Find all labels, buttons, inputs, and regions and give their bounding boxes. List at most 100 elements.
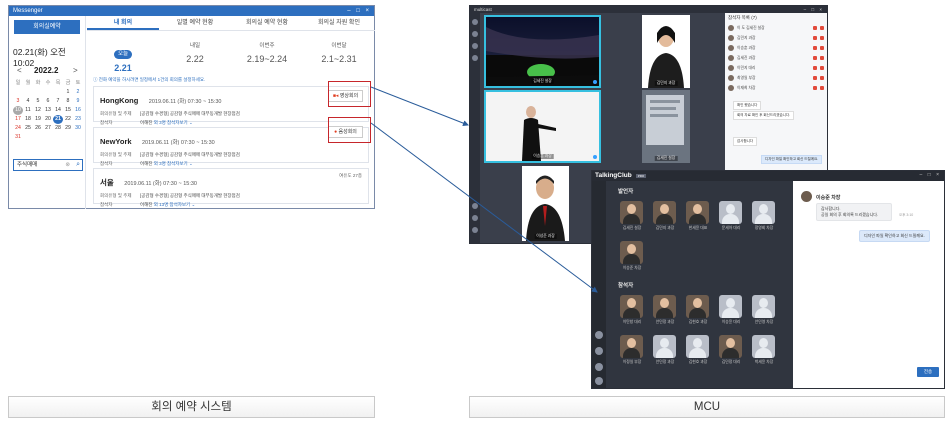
clear-icon[interactable]: ⊗ (65, 160, 70, 170)
calendar-day[interactable]: 13 (43, 106, 53, 115)
calendar-day[interactable]: 14 (53, 106, 63, 115)
calendar-day[interactable]: 22 (63, 115, 73, 124)
calendar-day[interactable]: 2 (73, 88, 83, 97)
calendar-day[interactable]: 28 (53, 124, 63, 133)
participant-avatar[interactable] (620, 201, 643, 224)
participant-avatar[interactable] (719, 335, 742, 358)
calendar-day[interactable]: 21 (53, 115, 63, 124)
calendar-day[interactable]: 29 (63, 124, 73, 133)
tab-room-resources[interactable]: 회의실 자원 확인 (303, 16, 375, 30)
video-tile[interactable]: 김세진 설장 (642, 90, 690, 163)
calendar-day[interactable]: 19 (33, 115, 43, 124)
participant-avatar[interactable] (752, 201, 775, 224)
calendar-day[interactable]: 3 (13, 97, 23, 106)
tab-room-status[interactable]: 회의실 예약 현황 (231, 16, 303, 30)
calendar-next-icon[interactable]: > (73, 66, 78, 75)
calendar-day[interactable]: 1 (63, 88, 73, 97)
send-button[interactable]: 전송 (917, 367, 939, 377)
participant-avatar[interactable] (620, 295, 643, 318)
participant-avatar[interactable] (620, 241, 643, 264)
tab-my-meetings[interactable]: 내 회의 (87, 16, 159, 30)
calendar-day[interactable]: 15 (63, 106, 73, 115)
calendar-weekday: 화 (35, 80, 41, 86)
participant-avatar[interactable] (719, 295, 742, 318)
calendar-day[interactable]: 20 (43, 115, 53, 124)
share-icon[interactable] (472, 55, 478, 61)
participant-avatar[interactable] (719, 201, 742, 224)
window-controls[interactable]: – □ × (920, 172, 942, 178)
window-controls[interactable]: – □ × (804, 6, 824, 13)
calendar-day[interactable]: 26 (33, 124, 43, 133)
period-this-month[interactable]: 이번달 2.1~2.31 (303, 42, 375, 73)
video-tile[interactable]: 이승훈 과장 (484, 90, 601, 163)
meeting-card[interactable]: 서울 2019.06.11 (화) 07:30 ~ 15:30 여유도 27층 … (93, 168, 369, 207)
attendee-more-link[interactable]: 참석자보기 ⌄ (170, 202, 196, 207)
calendar-day[interactable]: 17 (13, 115, 23, 124)
user-icon[interactable] (595, 363, 603, 371)
calendar-day[interactable]: 18 (23, 115, 33, 124)
calendar-day[interactable]: 9 (73, 97, 83, 106)
video-tile[interactable]: 김민지 과장 (642, 15, 690, 88)
reserve-room-button[interactable]: 회의실예약 (14, 20, 80, 34)
calendar-day[interactable]: 27 (43, 124, 53, 133)
participant-item[interactable]: 이재희 차장 (725, 83, 827, 93)
calendar-day[interactable]: 30 (73, 124, 83, 133)
calendar-day[interactable]: 25 (23, 124, 33, 133)
participant-avatar[interactable] (653, 201, 676, 224)
participant-item[interactable]: 김민지 과장 (725, 33, 827, 43)
search-icon[interactable]: ⌕ (76, 160, 80, 170)
settings-icon[interactable] (472, 227, 478, 233)
calendar-day[interactable]: 11 (23, 106, 33, 115)
participant-item[interactable]: 최영일 부장 (725, 73, 827, 83)
chat-icon[interactable] (472, 19, 478, 25)
period-today[interactable]: 오늘 2.21 (87, 42, 159, 73)
video-tile[interactable]: 이성준 과장 (522, 166, 569, 241)
calendar-day[interactable]: 12 (33, 106, 43, 115)
participant-avatar[interactable] (752, 335, 775, 358)
calendar-day[interactable]: 23 (73, 115, 83, 124)
participant-name: 김현호 과장 (688, 320, 708, 324)
period-tomorrow[interactable]: 내일 2.22 (159, 42, 231, 73)
attendee-more-link[interactable]: 참석자보기 ⌄ (167, 120, 193, 125)
calendar-day[interactable]: 7 (53, 97, 63, 106)
file-icon[interactable] (472, 43, 478, 49)
attendee-more-link[interactable]: 참석자보기 ⌄ (167, 161, 193, 166)
search-input[interactable]: 주식매매 ⊗ ⌕ (13, 159, 83, 171)
participant-avatar[interactable] (620, 335, 643, 358)
participant-avatar[interactable] (752, 295, 775, 318)
video-tile[interactable]: 김세진 설장 (484, 15, 601, 88)
participant-avatar[interactable] (653, 335, 676, 358)
calendar-day[interactable]: 6 (43, 97, 53, 106)
mcu-side-panel: 참석자 목록 (7) 이 도 김세진 설장 김민지 과장 이승훈 과장 김세진 … (725, 13, 827, 177)
microphone-icon[interactable] (472, 203, 478, 209)
period-label: 이번주 (259, 43, 275, 49)
calendar-day[interactable]: 31 (13, 133, 23, 142)
participant-avatar[interactable] (686, 335, 709, 358)
calendar-day[interactable]: 10 (13, 106, 23, 115)
calendar-day[interactable]: 8 (63, 97, 73, 106)
tab-daily-status[interactable]: 일별 예약 현황 (159, 16, 231, 30)
calendar-day[interactable]: 5 (33, 97, 43, 106)
calendar-day[interactable]: 16 (73, 106, 83, 115)
camera-icon[interactable] (472, 215, 478, 221)
calendar-year-month[interactable]: 2022.2 (34, 66, 58, 75)
microphone-icon[interactable] (595, 347, 603, 355)
participant-item[interactable]: 이민지 대리 (725, 63, 827, 73)
participant-avatar[interactable] (686, 295, 709, 318)
calendar-day[interactable]: 4 (23, 97, 33, 106)
calendar-grid: 일 월 화 수 목 금 토 1 2 3 4 5 6 7 8 9 10 11 12 13 14 15 16 17 18 19 20 21… (13, 79, 85, 142)
people-icon[interactable] (472, 31, 478, 37)
calendar-prev-icon[interactable]: < (17, 66, 22, 75)
participant-item[interactable]: 이 도 김세진 설장 (725, 23, 827, 33)
participant-avatar[interactable] (653, 295, 676, 318)
avatar-head (660, 338, 669, 348)
calendar-day[interactable]: 24 (13, 124, 23, 133)
window-controls[interactable]: – □ × (347, 6, 371, 16)
talkingclub-chat-panel: 이승준 차장 감사합니다. 공일 회의 후 회의록 드리겠습니다. 오후 3:1… (793, 181, 944, 388)
participant-item[interactable]: 김세진 과장 (725, 53, 827, 63)
settings-icon[interactable] (595, 377, 603, 385)
participant-item[interactable]: 이승훈 과장 (725, 43, 827, 53)
headset-icon[interactable] (595, 331, 603, 339)
participant-avatar[interactable] (686, 201, 709, 224)
period-this-week[interactable]: 이번주 2.19~2.24 (231, 42, 303, 73)
